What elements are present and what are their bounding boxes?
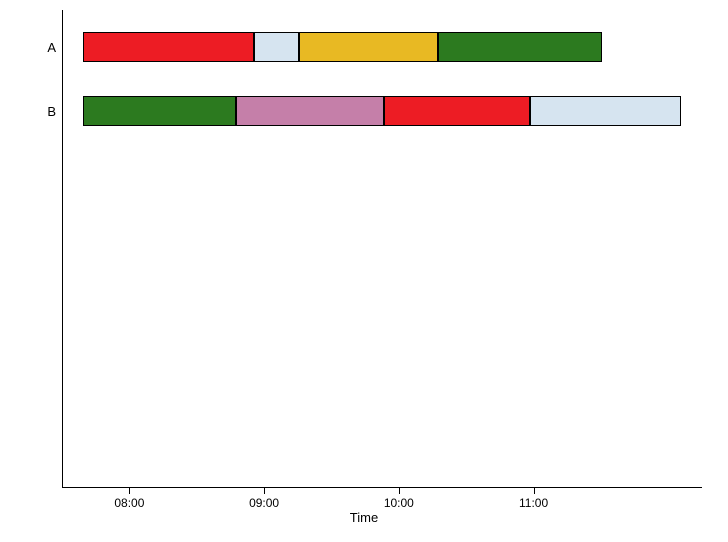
y-axis-label: B xyxy=(20,104,56,119)
timeline-segment xyxy=(83,32,254,62)
timeline-segment xyxy=(299,32,438,62)
timeline-segment xyxy=(384,96,530,126)
x-axis-tick-label: 09:00 xyxy=(249,496,279,510)
x-axis-title: Time xyxy=(350,510,378,525)
gantt-chart: AB08:0009:0010:0011:00Time xyxy=(20,10,708,520)
x-axis-tick-label: 11:00 xyxy=(519,496,548,510)
plot-area xyxy=(62,10,702,488)
timeline-row xyxy=(63,96,702,126)
timeline-segment xyxy=(530,96,680,126)
timeline-segment xyxy=(438,32,602,62)
x-tick xyxy=(399,488,400,494)
x-tick xyxy=(129,488,130,494)
x-axis-tick-label: 08:00 xyxy=(114,496,144,510)
x-tick xyxy=(534,488,535,494)
y-axis-label: A xyxy=(20,40,56,55)
timeline-segment xyxy=(236,96,384,126)
timeline-row xyxy=(63,32,702,62)
x-axis-tick-label: 10:00 xyxy=(384,496,414,510)
timeline-segment xyxy=(254,32,299,62)
x-tick xyxy=(264,488,265,494)
timeline-segment xyxy=(83,96,236,126)
